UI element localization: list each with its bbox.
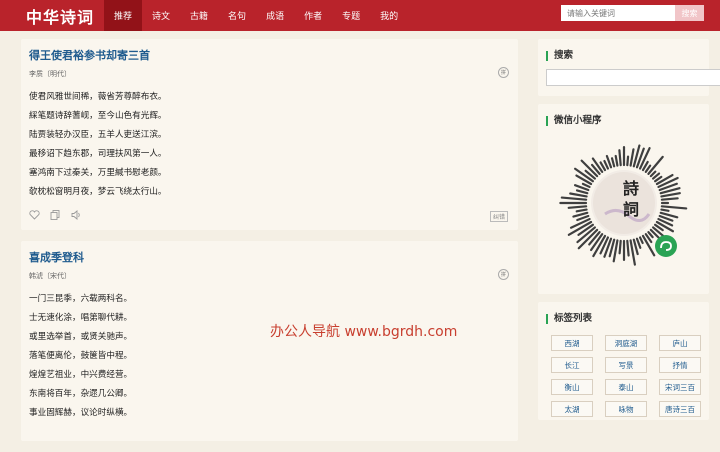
qr-ray bbox=[567, 205, 588, 209]
nav-item-quotes[interactable]: 名句 bbox=[218, 0, 256, 31]
qr-ray bbox=[614, 154, 619, 167]
poem-line: 或里选举首，或贤关驰声。 bbox=[29, 332, 133, 342]
poem-line: 塞鸿南下过秦关，万里緘书慰老颜。 bbox=[29, 168, 167, 178]
nav-item-poems[interactable]: 诗文 bbox=[142, 0, 180, 31]
nav-item-topics[interactable]: 专题 bbox=[332, 0, 370, 31]
poem-line: 陆贾装轻办汉臣，五羊人吏送江滨。 bbox=[29, 130, 167, 140]
heart-icon[interactable] bbox=[29, 210, 40, 220]
poem-list: 得王使君裕参书却寄三首 李质〔明代〕 拼 使君风雅世间稀，薇省芳尊醉布衣。 綵笔… bbox=[21, 39, 518, 452]
poem-title[interactable]: 喜成季登科 bbox=[29, 249, 84, 265]
poem-line: 煌煌艺祖业，中兴费经营。 bbox=[29, 370, 133, 380]
watermark-text: 办公人导航 www.bgrdh.com bbox=[270, 324, 458, 340]
poem-line: 落笔便离伦，鼓箧皆中程。 bbox=[29, 351, 133, 361]
tag-item[interactable]: 宋词三百 bbox=[659, 379, 701, 395]
poem-author[interactable]: 韩淲〔宋代〕 bbox=[29, 271, 71, 281]
tag-item[interactable]: 衡山 bbox=[551, 379, 593, 395]
qr-ray bbox=[581, 182, 591, 189]
qr-ray bbox=[575, 189, 589, 195]
copy-icon[interactable] bbox=[50, 210, 61, 220]
tag-item[interactable]: 泰山 bbox=[605, 379, 647, 395]
qr-ray bbox=[560, 196, 588, 201]
main-nav: 推荐 诗文 古籍 名句 成语 作者 专题 我的 bbox=[104, 0, 408, 31]
speaker-icon[interactable] bbox=[71, 210, 82, 220]
tag-item[interactable]: 洞庭湖 bbox=[605, 335, 647, 351]
qr-ray bbox=[569, 192, 588, 198]
wechat-panel: 微信小程序 詩 詞 bbox=[538, 104, 709, 294]
poem-line: 事业固辉赫，议论时纵横。 bbox=[29, 408, 133, 418]
qr-ray bbox=[626, 239, 630, 257]
tag-item[interactable]: 西湖 bbox=[551, 335, 593, 351]
tag-item[interactable]: 唐诗三百 bbox=[659, 401, 701, 417]
qr-ray bbox=[660, 197, 679, 201]
tags-panel: 标签列表 西湖 洞庭湖 庐山 长江 写景 抒情 衡山 泰山 宋词三百 太湖 咏物… bbox=[538, 302, 709, 420]
tag-list: 西湖 洞庭湖 庐山 长江 写景 抒情 衡山 泰山 宋词三百 太湖 咏物 唐诗三百 bbox=[551, 335, 701, 417]
qr-ray bbox=[647, 231, 654, 239]
poem-card: 喜成季登科 韩淲〔宋代〕 拼 一门三昆季，六载两科名。 士无速化涂，唱第聊代耕。… bbox=[21, 241, 518, 441]
qr-ray bbox=[660, 205, 688, 210]
poem-body: 使君风雅世间稀，薇省芳尊醉布衣。 綵笔题诗辞蓍岘，至今山色有光辉。 陆贾装轻办汉… bbox=[29, 91, 167, 205]
poem-author[interactable]: 李质〔明代〕 bbox=[29, 69, 71, 79]
qr-ray bbox=[629, 148, 635, 167]
site-logo[interactable]: 中华诗词 bbox=[26, 4, 104, 28]
poem-title[interactable]: 得王使君裕参书却寄三首 bbox=[29, 47, 150, 63]
poem-actions bbox=[29, 210, 82, 220]
wechat-qr-code: 詩 詞 bbox=[559, 144, 688, 266]
sidebar-search-title: 搜索 bbox=[546, 51, 709, 61]
poem-card: 得王使君裕参书却寄三首 李质〔明代〕 拼 使君风雅世间稀，薇省芳尊醉布衣。 綵笔… bbox=[21, 39, 518, 230]
nav-item-recommend[interactable]: 推荐 bbox=[104, 0, 143, 31]
poem-body: 一门三昆季，六载两科名。 士无速化涂，唱第聊代耕。 或里选举首，或贤关驰声。 落… bbox=[29, 293, 132, 426]
pinyin-icon-label: 拼 bbox=[500, 272, 506, 278]
tag-item[interactable]: 长江 bbox=[551, 357, 593, 373]
sidebar-search-panel: 搜索 搜索 bbox=[538, 39, 720, 96]
pinyin-icon[interactable]: 拼 bbox=[498, 269, 509, 280]
header-search-button[interactable]: 搜索 bbox=[675, 5, 704, 21]
tag-item[interactable]: 写景 bbox=[605, 357, 647, 373]
pinyin-icon-label: 拼 bbox=[500, 70, 506, 76]
sidebar-search-box: 搜索 bbox=[546, 69, 720, 86]
qr-ray bbox=[649, 170, 657, 178]
poem-line: 綵笔题诗辞蓍岘，至今山色有光辉。 bbox=[29, 111, 167, 121]
sidebar-search-input[interactable] bbox=[546, 69, 720, 86]
tag-item[interactable]: 庐山 bbox=[659, 335, 701, 351]
qr-ray bbox=[635, 237, 642, 249]
nav-item-authors[interactable]: 作者 bbox=[294, 0, 332, 31]
poem-line: 使君风雅世间稀，薇省芳尊醉布衣。 bbox=[29, 92, 167, 102]
poem-line: 欹枕松窗明月夜，梦云飞绕太行山。 bbox=[29, 187, 167, 197]
qr-ray bbox=[618, 239, 622, 255]
header-search: 搜索 bbox=[561, 5, 704, 21]
qr-ray bbox=[626, 155, 630, 167]
poem-line: 士无速化涂，唱第聊代耕。 bbox=[29, 313, 133, 323]
qr-ray bbox=[575, 174, 593, 186]
poem-line: 东南将百年，杂遝几公卿。 bbox=[29, 389, 133, 399]
qr-ray bbox=[660, 192, 681, 198]
tag-item[interactable]: 太湖 bbox=[551, 401, 593, 417]
pinyin-icon[interactable]: 拼 bbox=[498, 67, 509, 78]
header-search-input[interactable] bbox=[561, 5, 675, 21]
nav-item-mine[interactable]: 我的 bbox=[370, 0, 408, 31]
correction-button[interactable]: 纠错 bbox=[489, 211, 508, 222]
mini-program-icon bbox=[655, 235, 677, 257]
wechat-title: 微信小程序 bbox=[546, 116, 709, 126]
tag-item[interactable]: 咏物 bbox=[605, 401, 647, 417]
top-navbar: 中华诗词 推荐 诗文 古籍 名句 成语 作者 专题 我的 搜索 bbox=[0, 0, 720, 31]
qr-ray bbox=[610, 157, 616, 168]
poem-line: 一门三昆季，六载两科名。 bbox=[29, 294, 133, 304]
qr-ray bbox=[660, 208, 670, 212]
tags-title: 标签列表 bbox=[546, 314, 709, 324]
qr-ray bbox=[603, 159, 610, 170]
qr-ray bbox=[575, 208, 588, 213]
poem-line: 最移诏下趋东郡，司理扶风第一人。 bbox=[29, 149, 167, 159]
qr-ray bbox=[618, 149, 622, 167]
qr-ray bbox=[638, 236, 644, 245]
tag-item[interactable]: 抒情 bbox=[659, 357, 701, 373]
nav-item-idioms[interactable]: 成语 bbox=[256, 0, 294, 31]
nav-item-classics[interactable]: 古籍 bbox=[180, 0, 218, 31]
